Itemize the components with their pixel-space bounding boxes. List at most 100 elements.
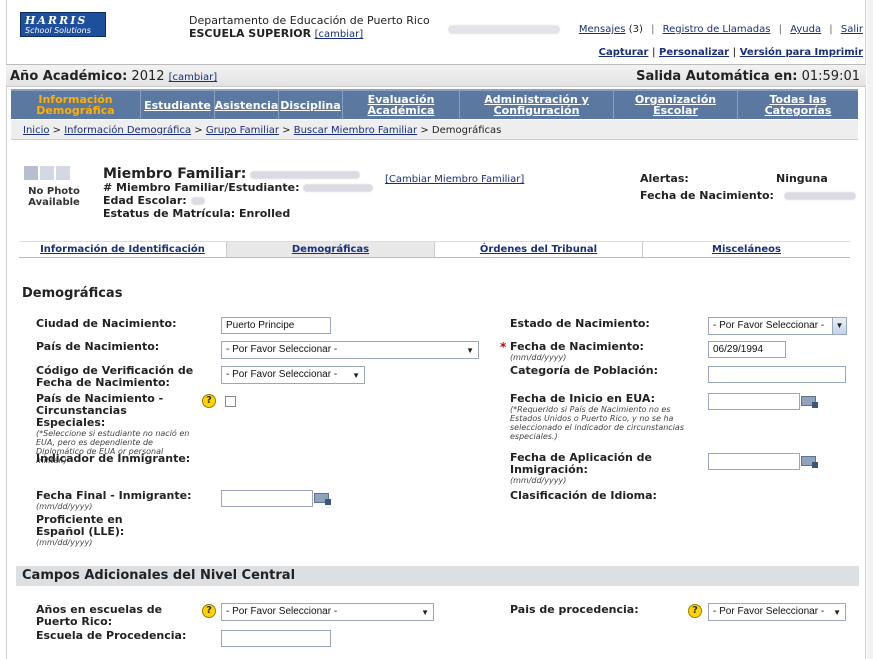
nav-attendance[interactable]: Asistencia — [215, 91, 279, 119]
change-member-link[interactable]: [Cambiar Miembro Familiar] — [385, 174, 524, 185]
immigration-apply-date-label: Fecha de Aplicación de Inmigración: (mm/… — [510, 451, 653, 486]
harris-logo: HARRIS School Solutions — [20, 12, 106, 37]
nav-academic-evaluation[interactable]: Evaluación Académica — [343, 91, 460, 119]
photo-placeholder: No Photo Available — [24, 166, 84, 214]
dob-verification-label: Código de Verificación de Fecha de Nacim… — [36, 364, 194, 389]
nav-administration[interactable]: Administración y Configuración — [460, 91, 614, 119]
immigration-apply-date-input[interactable] — [708, 453, 800, 470]
chevron-down-icon: ▼ — [352, 371, 360, 380]
central-fields-header: Campos Adicionales del Nivel Central — [16, 566, 859, 586]
origin-school-label: Escuela de Procedencia: — [36, 629, 187, 642]
member-info: Miembro Familiar: # Miembro Familiar/Est… — [103, 166, 374, 220]
population-category-label: Categoría de Población: — [510, 364, 659, 377]
section-title: Demográficas — [22, 286, 123, 301]
help-link[interactable]: Ayuda — [790, 24, 821, 35]
school-age-redacted — [190, 197, 205, 205]
language-classification-label: Clasificación de Idioma: — [510, 489, 657, 502]
nav-student[interactable]: Estudiante — [141, 91, 215, 119]
spanish-proficiency-label: Proficiente en Español (LLE): (mm/dd/yyy… — [36, 513, 125, 548]
school-name: ESCUELA SUPERIOR — [189, 27, 312, 40]
nav-discipline[interactable]: Disciplina — [279, 91, 343, 119]
scrollbar[interactable] — [867, 0, 873, 659]
breadcrumb-current: Demográficas — [431, 125, 502, 136]
help-icon[interactable]: ? — [202, 394, 216, 408]
us-start-date-hint: (*Requerido si País de Nacimiento no es … — [510, 405, 684, 441]
immigrant-end-date-input[interactable] — [221, 490, 313, 507]
dob-label: Fecha de Nacimiento: (mm/dd/yyyy) — [510, 340, 644, 363]
chevron-down-icon: ▼ — [421, 608, 429, 617]
origin-country-select[interactable]: - Por Favor Seleccionar - ▼ — [708, 603, 846, 621]
dob-summary-redacted — [784, 192, 856, 200]
logout-link[interactable]: Salir — [841, 24, 863, 35]
customize-link[interactable]: Personalizar — [659, 47, 729, 58]
birth-country-select[interactable]: - Por Favor Seleccionar - ▼ — [221, 341, 479, 359]
user-name-redacted — [447, 24, 560, 34]
calendar-icon[interactable] — [801, 456, 818, 468]
nav-all-categories[interactable]: Todas las Categorías — [738, 91, 858, 119]
breadcrumb-search-member[interactable]: Buscar Miembro Familiar — [294, 125, 417, 136]
messages-link[interactable]: Mensajes — [579, 24, 626, 35]
nav-school-organization[interactable]: Organización Escolar — [614, 91, 738, 119]
nav-demographics[interactable]: Información Demográfica — [11, 91, 141, 119]
tab-demographics[interactable]: Demográficas — [227, 242, 435, 257]
origin-country-label: Pais de procedencia: — [510, 603, 639, 616]
capture-link[interactable]: Capturar — [599, 47, 649, 58]
no-photo-text: No Photo Available — [28, 186, 80, 208]
enrollment-status-label: Estatus de Matrícula: — [103, 207, 236, 220]
immigrant-indicator-label: Indicador de Inmigrante: — [36, 452, 191, 465]
print-version-link[interactable]: Versión para Imprimir — [740, 47, 863, 58]
enrollment-status-value: Enrolled — [238, 207, 291, 220]
auto-logout-label: Salida Automática en: — [636, 69, 798, 84]
academic-year-label: Año Académico: — [10, 69, 128, 84]
us-start-date-label: Fecha de Inicio en EUA: (*Requerido si P… — [510, 393, 690, 442]
birth-city-input[interactable]: Puerto Principe — [221, 317, 331, 334]
call-log-link[interactable]: Registro de Llamadas — [663, 24, 771, 35]
calendar-icon[interactable] — [314, 493, 331, 505]
department-info: Departamento de Educación de Puerto Rico… — [189, 14, 430, 41]
birth-country-label: País de Nacimiento: — [36, 340, 160, 353]
logo-line1: HARRIS — [25, 14, 88, 27]
tab-miscellaneous[interactable]: Misceláneos — [643, 242, 850, 257]
origin-school-input[interactable] — [221, 630, 331, 647]
alerts-labels: Alertas: Fecha de Nacimiento: — [640, 170, 774, 204]
chevron-down-icon: ▼ — [466, 346, 474, 355]
tab-identification[interactable]: Información de Identificación — [19, 242, 227, 257]
main-nav: Información Demográfica Estudiante Asiste… — [11, 89, 858, 119]
calendar-icon[interactable] — [801, 396, 818, 408]
us-start-date-input[interactable] — [708, 393, 800, 410]
breadcrumb-family-group[interactable]: Grupo Familiar — [206, 125, 279, 136]
chevron-down-icon: ▼ — [832, 318, 846, 334]
academic-year-bar: Año Académico: 2012 [cambiar] Salida Aut… — [6, 64, 866, 87]
breadcrumb-home[interactable]: Inicio — [23, 125, 49, 136]
change-year-link[interactable]: [cambiar] — [169, 72, 218, 83]
dob-summary-label: Fecha de Nacimiento: — [640, 189, 774, 202]
help-icon[interactable]: ? — [202, 604, 216, 618]
member-label: Miembro Familiar: — [103, 166, 247, 182]
population-category-input[interactable] — [708, 366, 846, 383]
tab-bar: Información de Identificación Demográfic… — [19, 241, 850, 258]
dob-verification-select[interactable]: - Por Favor Seleccionar - ▼ — [221, 366, 365, 384]
birth-state-select[interactable]: - Por Favor Seleccionar - ▼ — [708, 317, 847, 335]
department-name: Departamento de Educación de Puerto Rico — [189, 14, 430, 27]
member-id-redacted — [303, 184, 374, 192]
immigrant-end-date-label: Fecha Final - Inmigrante: (mm/dd/yyyy) — [36, 489, 192, 512]
member-name-redacted — [250, 171, 361, 179]
tab-court-orders[interactable]: Órdenes del Tribunal — [435, 242, 643, 257]
logo-line2: School Solutions — [25, 26, 91, 35]
chevron-down-icon: ▼ — [833, 608, 841, 617]
special-circumstances-checkbox[interactable] — [225, 396, 236, 407]
years-in-pr-label: Años en escuelas de Puerto Rico: — [36, 603, 163, 628]
alerts-value: Ninguna — [776, 172, 828, 185]
alerts-label: Alertas: — [640, 172, 689, 185]
required-asterisk: * — [500, 340, 507, 354]
dob-input[interactable]: 06/29/1994 — [708, 341, 786, 358]
change-school-link[interactable]: [cambiar] — [315, 29, 364, 40]
academic-year-value: 2012 — [131, 69, 165, 84]
birth-city-label: Ciudad de Nacimiento: — [36, 317, 177, 330]
breadcrumb-demographics[interactable]: Información Demográfica — [64, 125, 191, 136]
help-icon[interactable]: ? — [688, 604, 702, 618]
breadcrumb: Inicio > Información Demográfica > Grupo… — [11, 120, 858, 140]
years-in-pr-select[interactable]: - Por Favor Seleccionar - ▼ — [221, 603, 434, 621]
auto-logout-timer: 01:59:01 — [801, 69, 860, 84]
top-links: Mensajes (3) | Registro de Llamadas | Ay… — [447, 24, 863, 35]
